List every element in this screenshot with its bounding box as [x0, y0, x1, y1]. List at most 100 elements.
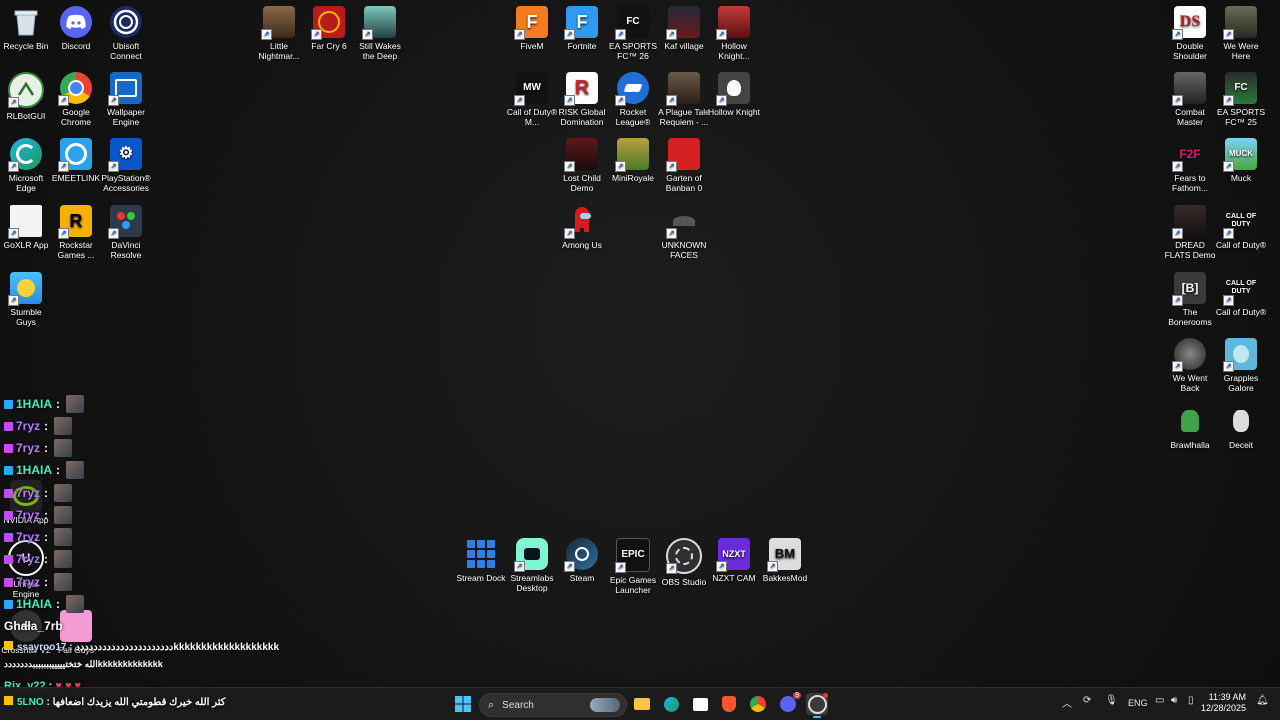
desktop-icon-bakkesmod[interactable]: BM ↗ BakkesMod: [759, 538, 811, 583]
desktop-icon-nzxt[interactable]: NZXT ↗ NZXT CAM: [708, 538, 760, 583]
recycle-bin-icon: [10, 6, 42, 38]
desktop-icon-ea-fc-25[interactable]: FC ↗ EA SPORTS FC™ 25: [1215, 72, 1267, 127]
desktop-icon-combat-master[interactable]: ↗ Combat Master: [1164, 72, 1216, 127]
desktop-icon-stream-dock[interactable]: Stream Dock: [455, 538, 507, 583]
brave-icon[interactable]: [718, 693, 740, 715]
obs-icon[interactable]: [806, 693, 828, 718]
chat-username: 7ryz: [16, 552, 41, 566]
steam-icon: ↗: [564, 538, 598, 572]
chat-badge-icon: [4, 641, 13, 650]
icon-label: Discord: [61, 41, 91, 51]
hollow-knight-icon: ↗: [716, 72, 750, 106]
chat-username: Ghala_7rb: [4, 619, 63, 633]
desktop-icon-double-shoulder[interactable]: DS ↗ Double Shoulder: [1164, 6, 1216, 61]
notification-bell-icon[interactable]: 🔔︎: [1256, 695, 1269, 706]
desktop-icon-among-us[interactable]: ↗ Among Us: [556, 205, 608, 250]
desktop-icon-obs[interactable]: ↗ OBS Studio: [658, 538, 710, 587]
desktop-icon-plague-tale[interactable]: ↗ A Plague Tale Requiem - ...: [658, 72, 710, 127]
windows-start-icon[interactable]: [452, 693, 474, 715]
desktop-icon-goxlr[interactable]: ↗ GoXLR App: [0, 205, 52, 250]
icon-label: Muck: [1230, 173, 1252, 183]
lost-child-icon: ↗: [564, 138, 598, 172]
desktop-icon-rockstar[interactable]: R ↗ Rockstar Games ...: [50, 205, 102, 260]
desktop-icon-streamlabs[interactable]: ↗ Streamlabs Desktop: [506, 538, 558, 593]
desktop-icon-ubisoft[interactable]: Ubisoft Connect: [100, 6, 152, 61]
desktop-icon-far-cry[interactable]: ↗ Far Cry 6: [303, 6, 355, 51]
desktop-icon-chrome[interactable]: ↗ Google Chrome: [50, 72, 102, 127]
icon-label: NZXT CAM: [712, 573, 756, 583]
discord-icon[interactable]: 9: [777, 692, 801, 715]
desktop-icon-we-were-here[interactable]: ↗ We Were Here: [1215, 6, 1267, 61]
desktop-icon-call-of-duty-2[interactable]: CALL OF DUTY ↗ Call of Duty®: [1215, 272, 1267, 317]
desktop-icon-hollow-knight[interactable]: ↗ Hollow Knight: [708, 72, 760, 117]
desktop-icon-emeetlink[interactable]: ↗ EMEETLINK: [50, 138, 102, 183]
desktop-icon-muck[interactable]: MUCK ↗ Muck: [1215, 138, 1267, 183]
desktop-icon-we-went-back[interactable]: ↗ We Went Back: [1164, 338, 1216, 393]
desktop-icon-unknown-faces[interactable]: ↗ UNKNOWN FACES: [658, 205, 710, 260]
desktop-icon-miniroyale[interactable]: ↗ MiniRoyale: [607, 138, 659, 183]
store-icon[interactable]: [689, 693, 711, 715]
desktop-icon-stumble-guys[interactable]: ↗ Stumble Guys: [0, 272, 52, 327]
desktop-icon-little-nightmares[interactable]: ↗ Little Nightmar...: [253, 6, 305, 61]
desktop-icon-dread-flats[interactable]: ↗ DREAD FLATS Demo: [1164, 205, 1216, 260]
search-input[interactable]: ⌕ Search: [479, 693, 627, 717]
desktop-icon-call-of-duty-mw[interactable]: MW ↗ Call of Duty® M...: [506, 72, 558, 127]
chat-separator: :: [44, 575, 49, 589]
desktop-icon-risk[interactable]: R ↗ RISK Global Domination: [556, 72, 608, 127]
avatar: [66, 461, 85, 479]
chat-username: 7ryz: [16, 419, 41, 433]
chat-line: 7ryz :: [4, 527, 73, 547]
desktop-icon-playstation[interactable]: ⚙ ↗ PlayStation® Accessories: [100, 138, 152, 193]
desktop-icon-edge[interactable]: ↗ Microsoft Edge: [0, 138, 52, 193]
desktop-icon-bonerooms[interactable]: [B] ↗ The Bonerooms: [1164, 272, 1216, 327]
brawlhalla-icon: [1174, 405, 1206, 437]
emeet-icon: ↗: [58, 138, 92, 172]
language-indicator[interactable]: ENG: [1128, 698, 1148, 708]
desktop-icon-fears-to-fathom[interactable]: F2F ↗ Fears to Fathom...: [1164, 138, 1216, 193]
avatar: [54, 528, 73, 546]
chat-username: 1HAIA: [16, 397, 53, 411]
sync-icon[interactable]: ⟳: [1083, 695, 1091, 706]
desktop-icon-banban[interactable]: ↗ Garten of Banban 0: [658, 138, 710, 193]
volume-icon[interactable]: 🔊︎: [1171, 695, 1177, 706]
desktop-icon-brawlhalla[interactable]: Brawlhalla: [1164, 405, 1216, 450]
chat-separator: :: [44, 508, 49, 522]
desktop-icon-grapples-galore[interactable]: ↗ Grapples Galore: [1215, 338, 1267, 393]
taskbar: 5LNO : كثر الله خيرك قطومتي الله يزيدك ا…: [0, 687, 1280, 720]
desktop-icon-deceit[interactable]: Deceit: [1215, 405, 1267, 450]
icon-label: Far Cry 6: [311, 41, 347, 51]
battery-icon[interactable]: ▯: [1188, 695, 1194, 706]
chat-separator: :: [44, 486, 49, 500]
ea-fc-icon: FC ↗: [1223, 72, 1257, 106]
network-icon[interactable]: ▭: [1155, 695, 1164, 706]
desktop-icon-ea-fc-26[interactable]: FC ↗ EA SPORTS FC™ 26: [607, 6, 659, 61]
desktop-icon-wallpaper-engine[interactable]: ↗ Wallpaper Engine: [100, 72, 152, 127]
icon-label: GoXLR App: [3, 240, 49, 250]
chat-badge-icon: [4, 488, 13, 498]
desktop-icon-fortnite[interactable]: F ↗ Fortnite: [556, 6, 608, 51]
microphone-icon[interactable]: 🎙︎: [1105, 695, 1118, 706]
edge-icon: ↗: [8, 138, 42, 172]
file-explorer-icon[interactable]: [631, 693, 653, 715]
desktop-icon-lost-child[interactable]: ↗ Lost Child Demo: [556, 138, 608, 193]
desktop-icon-hollow-knight-silksong[interactable]: ↗ Hollow Knight...: [708, 6, 760, 61]
risk-icon: R ↗: [564, 72, 598, 106]
chrome-icon[interactable]: [747, 693, 769, 715]
desktop-icon-rlbot[interactable]: ↗ RLBotGUI: [0, 72, 52, 121]
clock[interactable]: 11:39 AM 12/28/2025: [1201, 692, 1246, 714]
desktop-icon-rocket-league[interactable]: ↗ Rocket League®: [607, 72, 659, 127]
desktop-icon-still-wakes[interactable]: ↗ Still Wakes the Deep: [354, 6, 406, 61]
desktop-icon-discord[interactable]: Discord: [50, 6, 102, 51]
desktop-icon-epic-games[interactable]: EPIC ↗ Epic Games Launcher: [607, 538, 659, 595]
desktop-icon-kaf-village[interactable]: ↗ Kaf village: [658, 6, 710, 51]
chevron-up-icon[interactable]: ︿: [1062, 695, 1072, 710]
desktop-icon-recycle-bin[interactable]: Recycle Bin: [0, 6, 52, 51]
icon-label: Double Shoulder: [1172, 41, 1208, 61]
search-placeholder: Search: [502, 699, 534, 711]
edge-icon[interactable]: [660, 693, 682, 715]
desktop-icon-davinci[interactable]: ↗ DaVinci Resolve: [100, 205, 152, 260]
desktop-icon-call-of-duty-1[interactable]: CALL OF DUTY ↗ Call of Duty®: [1215, 205, 1267, 250]
desktop-icon-fivem[interactable]: F ↗ FiveM: [506, 6, 558, 51]
icon-label: Little Nightmar...: [258, 41, 300, 61]
desktop-icon-steam[interactable]: ↗ Steam: [556, 538, 608, 583]
